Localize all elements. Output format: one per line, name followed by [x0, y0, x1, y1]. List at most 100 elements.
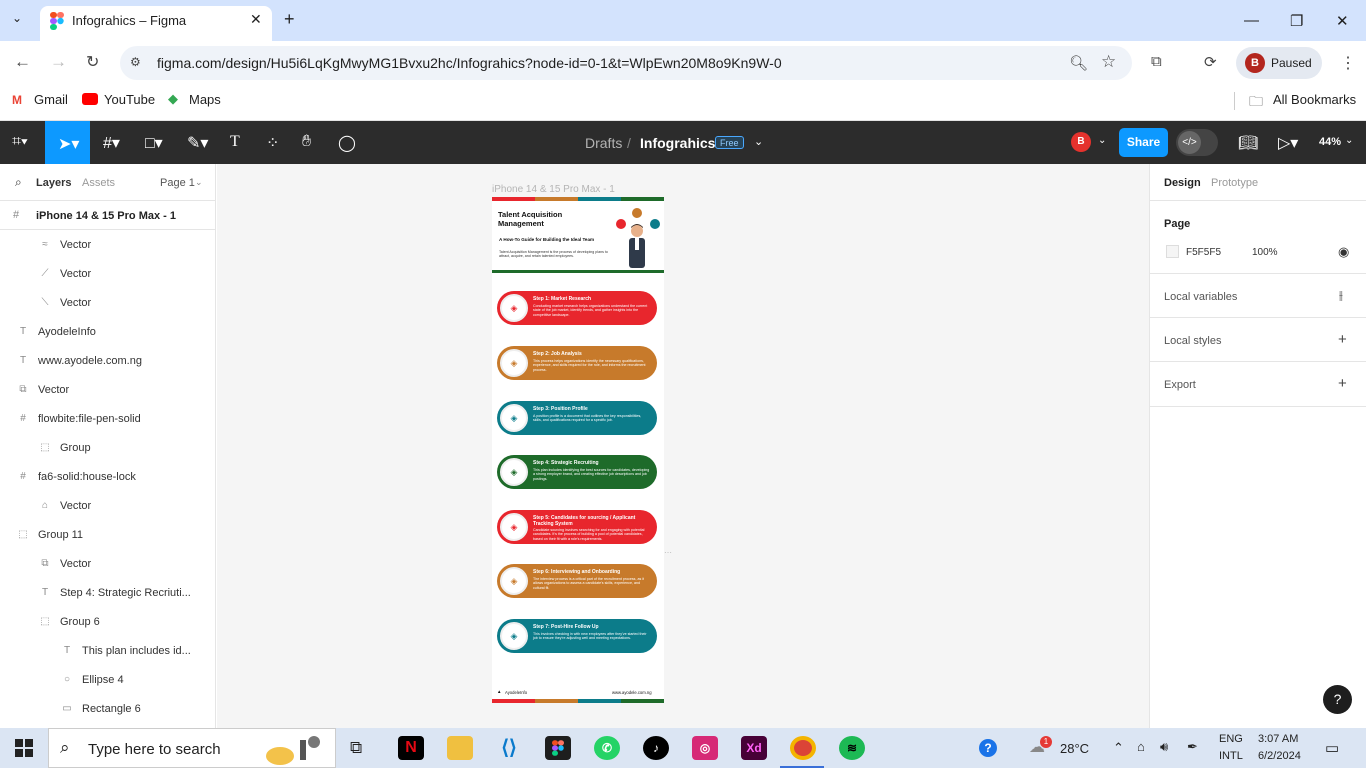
url-text[interactable]: figma.com/design/Hu5i6LqKgMwyMG1Bvxu2hc/…: [157, 55, 782, 71]
layer-row[interactable]: ⧉ Vector: [0, 375, 216, 404]
windows-start-icon[interactable]: [15, 739, 33, 757]
breadcrumb-drafts[interactable]: Drafts: [585, 135, 622, 151]
notifications-icon[interactable]: ▭: [1325, 739, 1339, 757]
library-book-icon[interactable]: 📖︎: [1238, 133, 1258, 153]
language-secondary[interactable]: INTL: [1219, 750, 1243, 762]
layer-row[interactable]: Twww.ayodele.com.ng: [0, 346, 216, 375]
adobe-xd-icon[interactable]: Xd: [741, 736, 767, 760]
layer-row[interactable]: T This plan includes id...: [0, 636, 216, 665]
add-style-icon[interactable]: +: [1338, 331, 1347, 348]
forward-icon[interactable]: →: [50, 52, 67, 72]
layer-row[interactable]: T AyodeleInfo: [0, 317, 216, 346]
main-menu-icon[interactable]: ⌗▾: [12, 133, 28, 151]
frame-resize-handle[interactable]: ⋯: [664, 548, 672, 557]
restore-icon[interactable]: ❐: [1290, 12, 1303, 30]
frame-label[interactable]: iPhone 14 & 15 Pro Max - 1: [492, 184, 615, 195]
site-settings-icon[interactable]: ⚙: [130, 55, 141, 69]
close-tab-icon[interactable]: ✕: [250, 11, 262, 28]
reload-icon[interactable]: ↻: [86, 52, 99, 72]
back-icon[interactable]: ←: [14, 52, 31, 72]
chrome-icon[interactable]: [790, 736, 816, 760]
layer-row[interactable]: ⬚ Group 11: [0, 520, 216, 549]
tab-search-chevron-icon[interactable]: ⌄: [12, 11, 22, 25]
layer-row[interactable]: ⟋ Vector: [0, 259, 216, 288]
task-view-icon[interactable]: ⧉: [350, 738, 362, 758]
zoom-lens-icon[interactable]: 🔍︎: [1069, 54, 1088, 72]
step-card[interactable]: ◈ Step 3: Position Profile A position prof…: [497, 401, 657, 435]
tab-prototype[interactable]: Prototype: [1211, 177, 1258, 189]
step-card[interactable]: ◈ Step 4: Strategic Recruiting This plan i…: [497, 455, 657, 489]
page-opacity[interactable]: 100%: [1252, 247, 1278, 258]
shape-tool-icon[interactable]: □▾: [145, 133, 163, 153]
weather-temp[interactable]: 28°C: [1060, 741, 1089, 756]
chrome-menu-icon[interactable]: ⋮: [1340, 53, 1356, 73]
figma-app-icon[interactable]: [545, 736, 571, 760]
page-chevron-icon[interactable]: ⌄: [195, 177, 203, 188]
resources-icon[interactable]: ⁘: [266, 133, 279, 153]
tray-chevron-icon[interactable]: ⌃: [1113, 740, 1124, 756]
pen-tool-icon[interactable]: ✎▾: [187, 133, 208, 153]
layer-row[interactable]: T Step 4: Strategic Recriuti...: [0, 578, 216, 607]
extensions-icon[interactable]: ⧉: [1151, 53, 1162, 70]
tiktok-icon[interactable]: ♪: [643, 736, 669, 760]
tab-assets[interactable]: Assets: [82, 177, 115, 189]
layer-row[interactable]: ⬚ Group: [0, 433, 216, 462]
page-selector[interactable]: Page 1: [160, 177, 195, 189]
new-tab-button[interactable]: +: [284, 9, 295, 30]
clock-date[interactable]: 6/2/2024: [1258, 750, 1301, 762]
vscode-icon[interactable]: ⟨⟩: [496, 736, 522, 760]
network-icon[interactable]: ⌂: [1137, 739, 1145, 754]
instagram-icon[interactable]: ◎: [692, 736, 718, 760]
bookmark-youtube[interactable]: YouTube: [104, 92, 155, 107]
local-variables-label[interactable]: Local variables: [1164, 291, 1237, 303]
bookmark-maps[interactable]: Maps: [189, 92, 221, 107]
zoom-level[interactable]: 44%: [1319, 136, 1341, 148]
help-tray-icon[interactable]: ?: [979, 739, 997, 757]
avatar-chevron-icon[interactable]: ⌄: [1098, 135, 1106, 146]
panel-search-icon[interactable]: ⌕: [15, 175, 22, 190]
clock-time[interactable]: 3:07 AM: [1258, 733, 1298, 745]
present-play-icon[interactable]: ▷▾: [1278, 133, 1298, 153]
all-bookmarks[interactable]: All Bookmarks: [1273, 92, 1356, 107]
page-color-hex[interactable]: F5F5F5: [1186, 247, 1221, 258]
tab-design[interactable]: Design: [1164, 177, 1201, 189]
layer-row[interactable]: # flowbite:file-pen-solid: [0, 404, 216, 433]
visibility-eye-icon[interactable]: ◉: [1338, 244, 1349, 260]
file-explorer-icon[interactable]: [447, 736, 473, 760]
pen-ink-icon[interactable]: ✒: [1187, 739, 1198, 755]
local-styles-label[interactable]: Local styles: [1164, 335, 1221, 347]
whatsapp-icon[interactable]: ✆: [594, 736, 620, 760]
layer-row[interactable]: # fa6-solid:house-lock: [0, 462, 216, 491]
step-card[interactable]: ◈ Step 7: Post-Hire Follow Up This involve…: [497, 619, 657, 653]
performance-icon[interactable]: ⟳: [1204, 53, 1217, 71]
layer-row[interactable]: ⟍ Vector: [0, 288, 216, 317]
step-card[interactable]: ◈ Step 5: Candidates for sourcing / Appli…: [497, 510, 657, 544]
window-close-icon[interactable]: ✕: [1336, 12, 1349, 30]
variables-settings-icon[interactable]: ⫲: [1339, 288, 1343, 303]
frame-tool-icon[interactable]: #▾: [103, 133, 120, 153]
add-export-icon[interactable]: +: [1338, 375, 1347, 392]
text-tool-icon[interactable]: T: [230, 133, 240, 151]
bookmark-gmail[interactable]: Gmail: [34, 92, 68, 107]
export-label[interactable]: Export: [1164, 379, 1196, 391]
layer-row[interactable]: ≈ Vector: [0, 230, 216, 259]
step-card[interactable]: ◈ Step 1: Market Research Conducting marke…: [497, 291, 657, 325]
file-menu-chevron-icon[interactable]: ⌄: [754, 135, 763, 148]
spotify-icon[interactable]: ≋: [839, 736, 865, 760]
user-avatar[interactable]: B: [1071, 132, 1091, 152]
tab-layers[interactable]: Layers: [36, 177, 71, 189]
comment-tool-icon[interactable]: ◯: [338, 133, 356, 153]
netflix-icon[interactable]: N: [398, 736, 424, 760]
step-card[interactable]: ◈ Step 6: Interviewing and Onboarding The …: [497, 564, 657, 598]
minimize-icon[interactable]: —: [1244, 12, 1259, 29]
step-card[interactable]: ◈ Step 2: Job Analysis This process helps …: [497, 346, 657, 380]
language-primary[interactable]: ENG: [1219, 733, 1243, 745]
layer-row[interactable]: ▭ Rectangle 6: [0, 694, 216, 723]
volume-icon[interactable]: 🔊︎: [1160, 739, 1168, 755]
help-button[interactable]: ?: [1323, 685, 1352, 714]
share-button[interactable]: Share: [1119, 128, 1168, 157]
zoom-chevron-icon[interactable]: ⌄: [1345, 135, 1353, 146]
file-name[interactable]: Infograhics: [640, 135, 715, 151]
canvas[interactable]: [217, 164, 1149, 728]
layer-row[interactable]: ⌂ Vector: [0, 491, 216, 520]
